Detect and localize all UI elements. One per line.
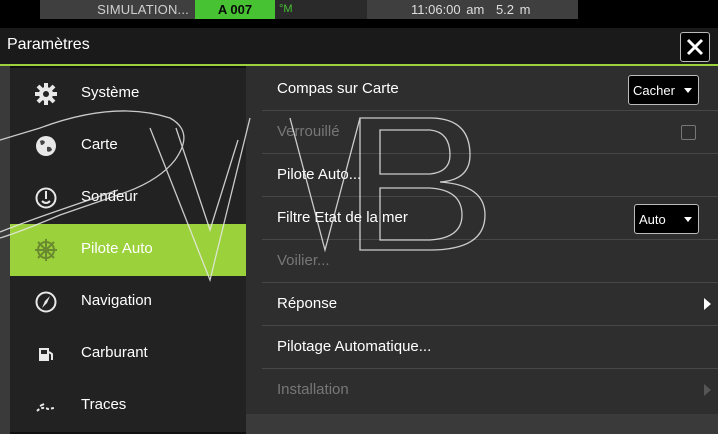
sidebar-item-pilote-auto[interactable]: Pilote Auto [10, 224, 246, 276]
autopilot-heading: A 007 [195, 0, 275, 19]
sidebar-item-label: Système [81, 84, 140, 101]
sidebar-item-label: Navigation [81, 292, 152, 309]
sidebar-item-carte[interactable]: Carte [10, 120, 246, 172]
setting-row-reponse[interactable]: Réponse [262, 283, 718, 326]
setting-row-compas-sur-carte[interactable]: Compas sur Carte Cacher [262, 68, 718, 111]
setting-label: Pilote Auto... [277, 166, 362, 183]
setting-row-installation: Installation [262, 369, 718, 412]
dropdown-value: Cacher [633, 83, 675, 98]
sidebar-rail [0, 66, 10, 434]
setting-row-voilier: Voilier... [262, 240, 718, 283]
sidebar-item-systeme[interactable]: Système [10, 68, 246, 120]
content-footer [246, 414, 718, 434]
setting-label: Pilotage Automatique... [277, 338, 432, 355]
autopilot-heading-unit: °M [279, 3, 293, 15]
gear-icon [35, 83, 57, 105]
page-title: Paramètres [7, 36, 90, 53]
time-depth-panel: 11:06:00 am 5.2 m [367, 0, 578, 19]
sidebar-item-traces[interactable]: Traces [10, 380, 246, 432]
simulation-indicator[interactable]: SIMULATION... [40, 0, 195, 19]
close-button[interactable] [680, 32, 710, 62]
helm-icon [35, 239, 57, 261]
status-bar: SIMULATION... A 007 °M 11:06:00 am 5.2 m [0, 0, 718, 28]
setting-row-verrouille: Verrouillé [262, 111, 718, 154]
settings-sidebar: Système Carte Sondeur Pilote Auto Naviga… [0, 66, 246, 434]
dropdown-value: Auto [639, 212, 666, 227]
sidebar-item-label: Carte [81, 136, 118, 153]
chevron-right-icon [704, 384, 711, 396]
trail-icon [36, 403, 55, 412]
globe-icon [36, 136, 56, 156]
chevron-down-icon [684, 88, 692, 93]
depth-readout: 5.2 m [495, 2, 531, 17]
setting-label: Verrouillé [277, 123, 340, 140]
sidebar-item-label: Pilote Auto [81, 240, 153, 257]
clock-time: 11:06:00 am [411, 2, 485, 17]
setting-label: Réponse [277, 295, 338, 312]
sonar-icon [35, 187, 57, 209]
setting-label: Installation [277, 381, 349, 398]
setting-row-pilotage-automatique[interactable]: Pilotage Automatique... [262, 326, 718, 369]
setting-row-filtre-etat-mer[interactable]: Filtre Etat de la mer Auto [262, 197, 718, 240]
sidebar-item-sondeur[interactable]: Sondeur [10, 172, 246, 224]
setting-row-pilote-auto[interactable]: Pilote Auto... [262, 154, 718, 197]
settings-content: Compas sur Carte Cacher Verrouillé Pilot… [246, 66, 718, 434]
autopilot-status[interactable]: A 007 °M [195, 0, 367, 19]
sidebar-item-label: Carburant [81, 344, 148, 361]
sidebar-item-label: Traces [81, 396, 127, 413]
chevron-right-icon [704, 298, 711, 310]
sea-state-filter-select[interactable]: Auto [634, 204, 699, 234]
fuel-icon [39, 348, 53, 361]
compass-icon [35, 291, 57, 313]
compass-overlay-select[interactable]: Cacher [628, 75, 699, 105]
sidebar-item-navigation[interactable]: Navigation [10, 276, 246, 328]
locked-checkbox [681, 125, 696, 140]
dialog-header: Paramètres [0, 28, 718, 66]
sidebar-item-carburant[interactable]: Carburant [10, 328, 246, 380]
close-icon [686, 38, 704, 56]
chevron-down-icon [684, 217, 692, 222]
setting-label: Filtre Etat de la mer [277, 209, 408, 226]
setting-label: Compas sur Carte [277, 80, 399, 97]
setting-label: Voilier... [277, 252, 330, 269]
sidebar-item-label: Sondeur [81, 188, 138, 205]
